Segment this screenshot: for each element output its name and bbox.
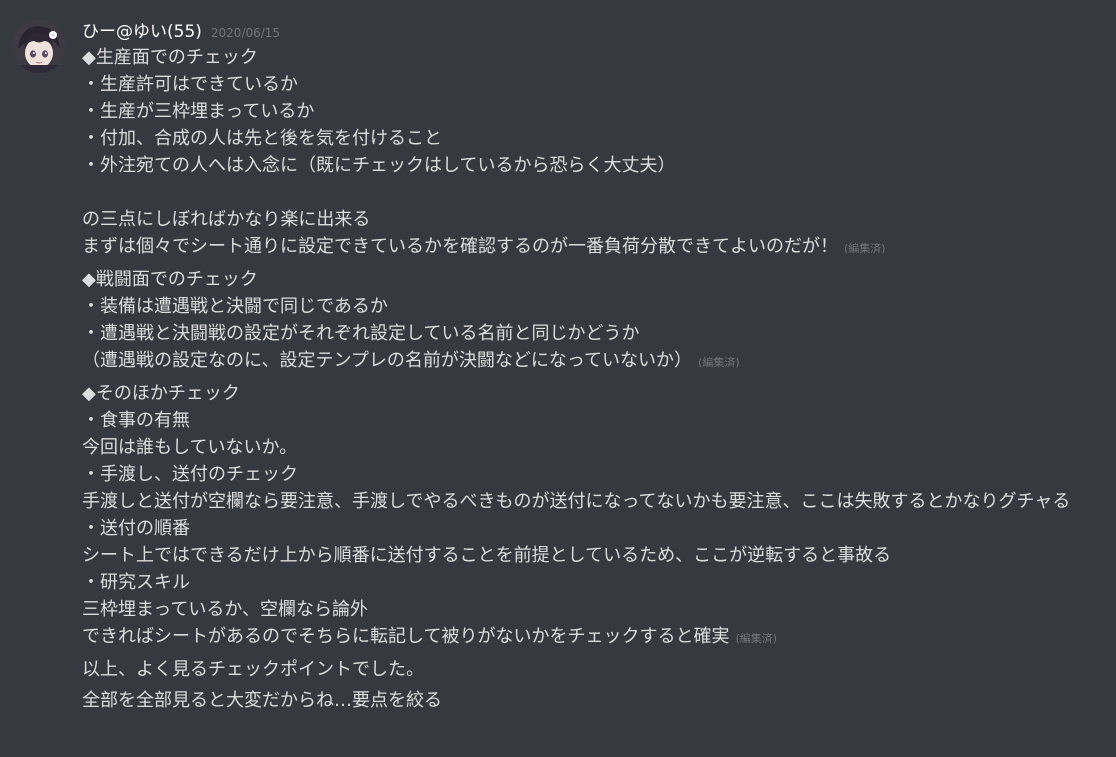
message-header: ひー@ゆい(55) 2020/06/15 [82,17,280,43]
message-content: 全部を全部見ると大変だからね…要点を絞る [82,687,1112,714]
timestamp[interactable]: 2020/06/15 [211,26,280,40]
message-text: ◆そのほかチェック ・食事の有無 今回は誰もしていないか。 ・手渡し、送付のチェ… [82,383,1071,647]
message-group: ◆生産面でのチェック ・生産許可はできているか ・生産が三枠埋まっているか ・付… [82,44,1112,714]
username[interactable]: ひー@ゆい(55) [82,17,202,42]
avatar-icon [12,19,66,73]
edited-label: (編集済) [698,356,740,369]
message-text: ◆戦闘面でのチェック ・装備は遭遇戦と決闘で同じであるか ・遭遇戦と決闘戦の設定… [82,269,693,371]
message-content: ◆生産面でのチェック ・生産許可はできているか ・生産が三枠埋まっているか ・付… [82,44,1112,262]
message-text: 全部を全部見ると大変だからね…要点を絞る [82,690,442,711]
edited-label: (編集済) [844,242,886,255]
message-text: 以上、よく見るチェックポイントでした。 [82,659,424,680]
avatar[interactable] [12,19,66,73]
message-text: ◆生産面でのチェック ・生産許可はできているか ・生産が三枠埋まっているか ・付… [82,47,838,257]
message-content: ◆戦闘面でのチェック ・装備は遭遇戦と決闘で同じであるか ・遭遇戦と決闘戦の設定… [82,266,1112,376]
edited-label: (編集済) [735,632,778,645]
message-content: 以上、よく見るチェックポイントでした。 [82,656,1112,683]
message-content: ◆そのほかチェック ・食事の有無 今回は誰もしていないか。 ・手渡し、送付のチェ… [82,380,1112,652]
